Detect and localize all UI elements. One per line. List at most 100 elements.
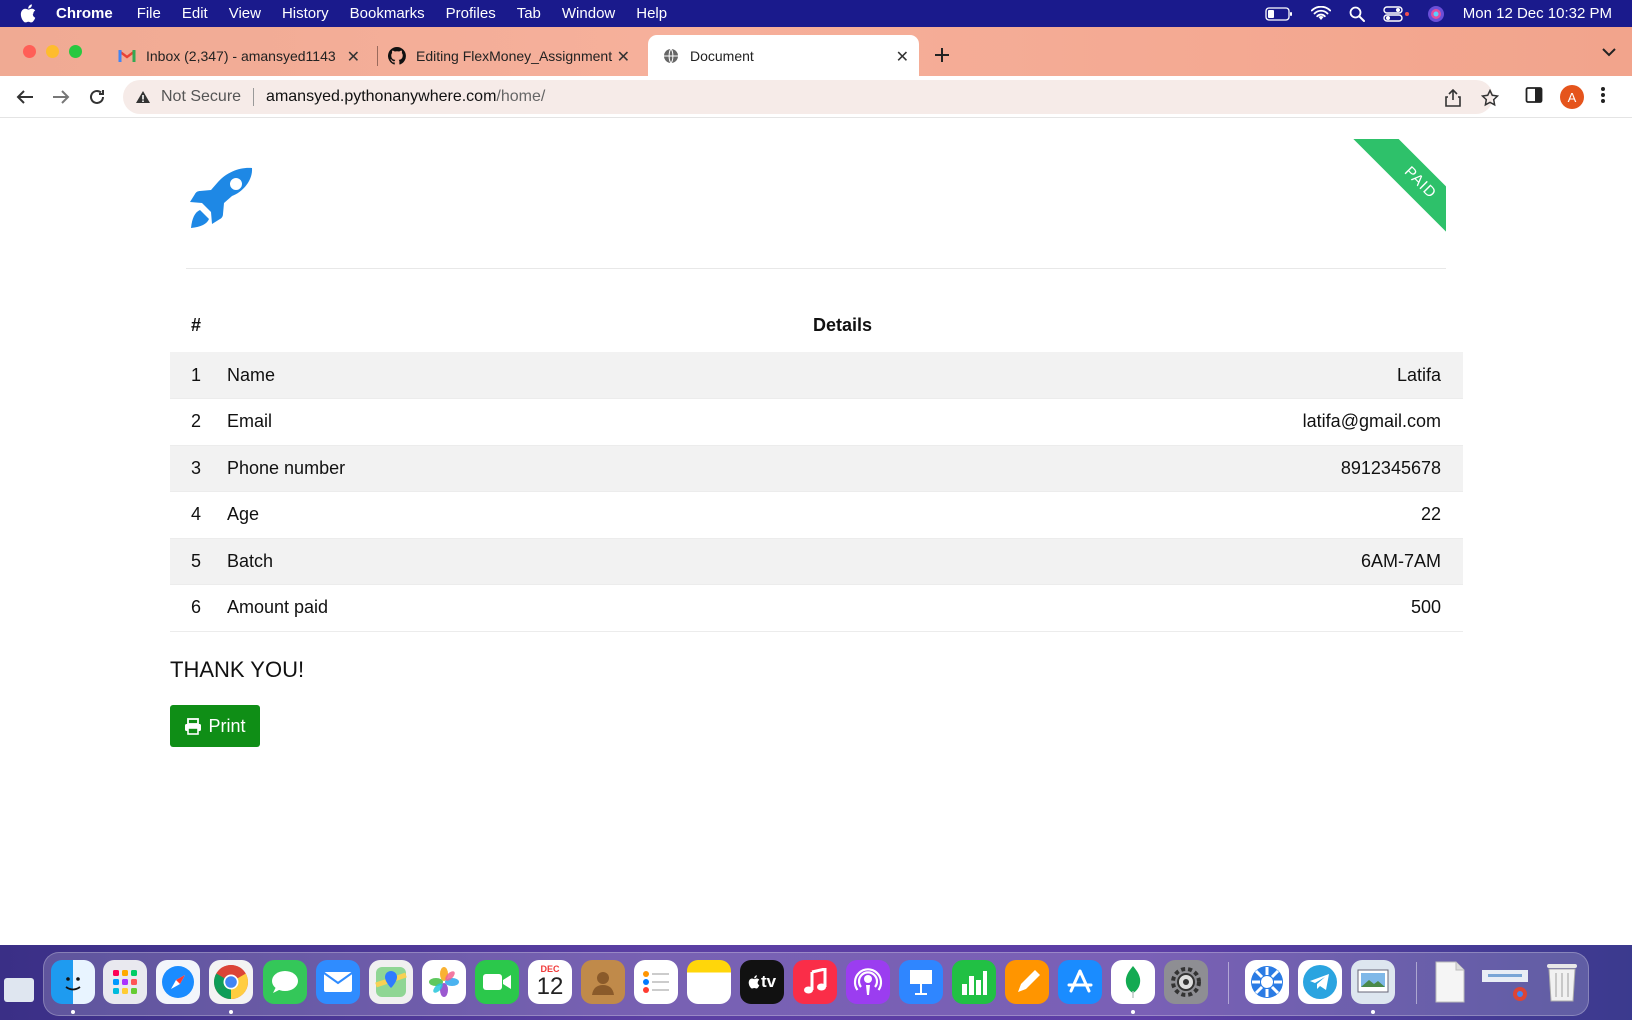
- tab-document[interactable]: Document ✕: [648, 35, 919, 76]
- column-header-details: Details: [812, 314, 873, 335]
- calendar-day: 12: [536, 973, 564, 1000]
- close-tab-icon[interactable]: ✕: [347, 47, 360, 67]
- music-icon[interactable]: [793, 960, 837, 1004]
- table-row: 3 Phone number 8912345678: [170, 445, 1463, 492]
- header-divider: [186, 268, 1446, 269]
- podcasts-icon[interactable]: [846, 960, 890, 1004]
- chrome-icon[interactable]: [209, 960, 253, 1004]
- new-tab-button[interactable]: [934, 43, 950, 69]
- reminders-icon[interactable]: [634, 960, 678, 1004]
- minimize-window-button[interactable]: [46, 45, 59, 58]
- launchpad-icon[interactable]: [103, 960, 147, 1004]
- bookmark-star-icon[interactable]: [1480, 88, 1500, 112]
- maximize-window-button[interactable]: [69, 45, 82, 58]
- url-host: amansyed.pythonanywhere.com: [266, 88, 497, 105]
- numbers-icon[interactable]: [952, 960, 996, 1004]
- wifi-icon[interactable]: [1310, 6, 1331, 21]
- app-store-icon[interactable]: [1058, 960, 1102, 1004]
- photos-icon[interactable]: [422, 960, 466, 1004]
- row-number: 5: [190, 550, 201, 571]
- control-center-icon[interactable]: [1383, 5, 1409, 22]
- keynote-icon[interactable]: [899, 960, 943, 1004]
- more-menu-icon[interactable]: [1600, 86, 1606, 109]
- tab-title: Inbox (2,347) - amansyed1143: [146, 47, 336, 64]
- table-row: 6 Amount paid 500: [170, 585, 1463, 631]
- warning-icon[interactable]: [135, 90, 151, 104]
- menu-view[interactable]: View: [229, 5, 261, 22]
- row-number: 1: [190, 364, 201, 385]
- system-preferences-icon[interactable]: [1164, 960, 1208, 1004]
- reload-icon: [90, 89, 104, 104]
- paid-ribbon-label: PAID: [1352, 139, 1446, 235]
- browser-toolbar: Not Secure amansyed.pythonanywhere.com /…: [0, 76, 1632, 118]
- menu-bookmarks[interactable]: Bookmarks: [350, 5, 425, 22]
- running-indicator: [71, 1010, 75, 1014]
- preview-icon[interactable]: [1351, 960, 1395, 1004]
- row-number: 4: [190, 504, 201, 525]
- row-number: 6: [190, 597, 201, 618]
- menu-profiles[interactable]: Profiles: [446, 5, 496, 22]
- messages-icon[interactable]: [263, 960, 307, 1004]
- running-indicator: [1371, 1010, 1375, 1014]
- desktop-file-icon[interactable]: [4, 978, 34, 1002]
- side-panel-icon[interactable]: [1525, 86, 1543, 109]
- chevron-down-icon: [1602, 48, 1616, 57]
- tab-github[interactable]: Editing FlexMoney_Assignment ✕: [388, 35, 640, 76]
- sunflower-app-icon[interactable]: [1245, 960, 1289, 1004]
- downloads-stack-icon[interactable]: [1480, 960, 1530, 1004]
- notes-icon[interactable]: [687, 960, 731, 1004]
- menu-window[interactable]: Window: [562, 5, 615, 22]
- pdf-document-icon[interactable]: [1430, 960, 1470, 1004]
- menu-help[interactable]: Help: [636, 5, 667, 22]
- safari-icon[interactable]: [156, 960, 200, 1004]
- finder-icon[interactable]: [51, 960, 95, 1004]
- menu-file[interactable]: File: [137, 5, 161, 22]
- table-row: 4 Age 22: [170, 492, 1463, 538]
- table-row: 2 Email latifa@gmail.com: [170, 399, 1463, 445]
- apple-tv-icon[interactable]: tv: [740, 960, 784, 1004]
- print-button[interactable]: Print: [170, 705, 260, 747]
- menu-app-name[interactable]: Chrome: [56, 5, 113, 22]
- table-row: 1 Name Latifa: [170, 352, 1463, 399]
- table-row: 5 Batch 6AM-7AM: [170, 538, 1463, 585]
- trash-icon[interactable]: [1540, 960, 1584, 1004]
- facetime-icon[interactable]: [475, 960, 519, 1004]
- close-window-button[interactable]: [23, 45, 36, 58]
- menu-history[interactable]: History: [282, 5, 329, 22]
- apple-icon[interactable]: [20, 4, 42, 23]
- row-number: 2: [190, 411, 201, 432]
- pages-icon[interactable]: [1005, 960, 1049, 1004]
- details-table: # Details 1 Name Latifa 2 Email latifa@g…: [170, 298, 1463, 632]
- calendar-icon[interactable]: DEC 12: [528, 960, 572, 1004]
- close-tab-icon[interactable]: ✕: [617, 47, 630, 67]
- spotlight-search-icon[interactable]: [1349, 6, 1365, 22]
- security-label[interactable]: Not Secure: [161, 88, 241, 106]
- reload-button[interactable]: [86, 86, 108, 108]
- running-indicator: [229, 1010, 233, 1014]
- mongodb-icon[interactable]: [1111, 960, 1155, 1004]
- siri-icon[interactable]: [1427, 5, 1445, 23]
- thank-you-message: THANK YOU!: [170, 657, 305, 682]
- tab-search-button[interactable]: [1602, 44, 1616, 62]
- menu-tab[interactable]: Tab: [517, 5, 541, 22]
- menubar-clock[interactable]: Mon 12 Dec 10:32 PM: [1463, 5, 1612, 22]
- arrow-left-icon: [16, 90, 33, 104]
- row-label: Batch: [227, 550, 274, 571]
- telegram-icon[interactable]: [1298, 960, 1342, 1004]
- close-tab-icon[interactable]: ✕: [896, 47, 909, 67]
- tab-title: Editing FlexMoney_Assignment: [416, 47, 613, 64]
- address-bar[interactable]: Not Secure amansyed.pythonanywhere.com /…: [123, 80, 1500, 114]
- row-label: Name: [227, 364, 276, 385]
- forward-button[interactable]: [50, 86, 72, 108]
- menu-edit[interactable]: Edit: [182, 5, 208, 22]
- contacts-icon[interactable]: [581, 960, 625, 1004]
- battery-icon[interactable]: [1265, 6, 1293, 21]
- print-button-label: Print: [208, 715, 246, 736]
- maps-icon[interactable]: [369, 960, 413, 1004]
- back-button[interactable]: [14, 86, 36, 108]
- tab-gmail[interactable]: Inbox (2,347) - amansyed1143 ✕: [118, 35, 370, 76]
- profile-avatar[interactable]: A: [1560, 85, 1584, 109]
- address-separator: [253, 88, 255, 106]
- share-icon[interactable]: [1445, 88, 1461, 112]
- mail-icon[interactable]: [316, 960, 360, 1004]
